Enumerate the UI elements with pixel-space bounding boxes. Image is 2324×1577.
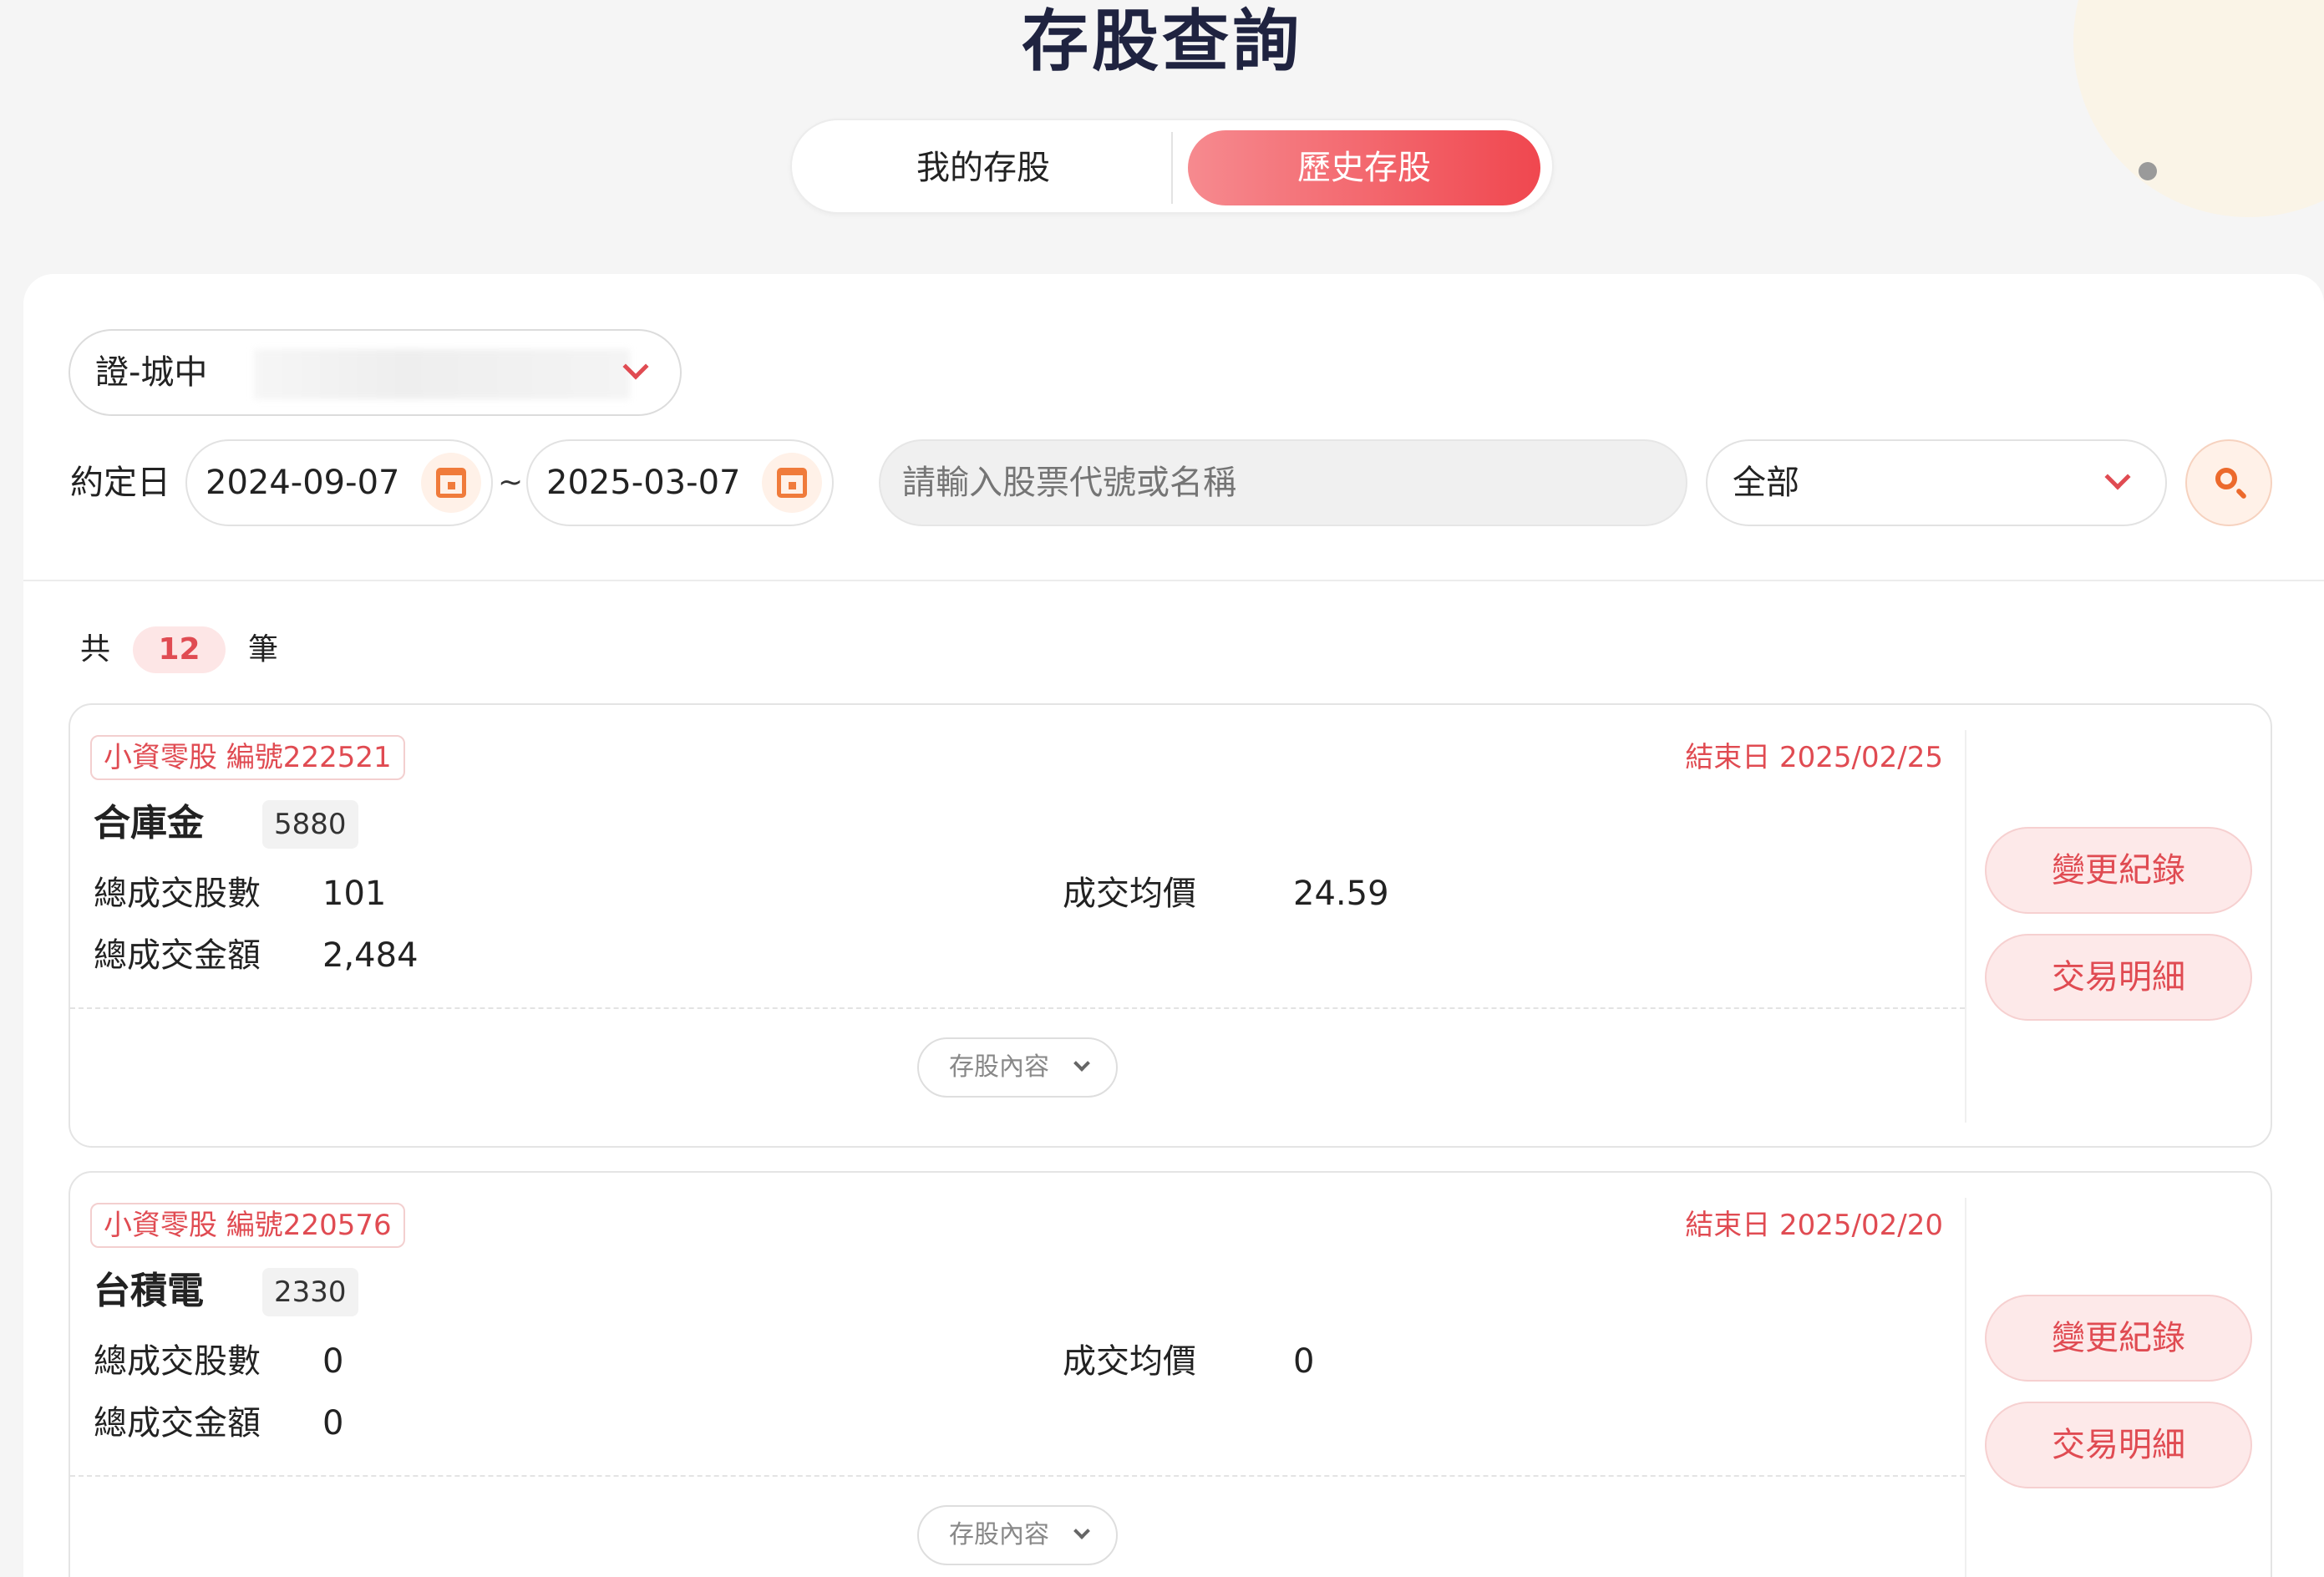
- stock-name: 合庫金: [94, 802, 204, 844]
- count-badge: 12: [133, 626, 226, 673]
- dashed-divider: [70, 1475, 1965, 1477]
- end-date-value: 2025-03-07: [546, 464, 741, 502]
- avg-price-value: 24.59: [1293, 875, 1389, 913]
- expand-label: 存股內容: [949, 1052, 1049, 1082]
- calendar-icon: [436, 468, 466, 498]
- result-count: 共 12 筆: [80, 620, 278, 678]
- end-date-calendar-button[interactable]: [762, 453, 822, 513]
- end-date: 結束日 2025/02/25: [1685, 741, 1943, 774]
- end-date: 結束日 2025/02/20: [1685, 1209, 1943, 1242]
- plan-tag: 小資零股 編號220576: [90, 1203, 405, 1248]
- account-number-redacted: [254, 349, 630, 399]
- count-suffix: 筆: [248, 632, 279, 667]
- vertical-divider: [1965, 730, 1966, 1123]
- divider: [23, 580, 2324, 581]
- count-prefix: 共: [80, 632, 111, 667]
- vertical-divider: [1965, 1198, 1966, 1577]
- tab-divider: [1171, 132, 1173, 204]
- total-shares-label: 總成交股數: [94, 1342, 261, 1381]
- avg-price-value: 0: [1293, 1342, 1315, 1381]
- search-icon-handle: [2235, 487, 2248, 500]
- expand-label: 存股內容: [949, 1520, 1049, 1549]
- avg-price-label: 成交均價: [1063, 1342, 1196, 1381]
- total-shares-value: 0: [322, 1342, 344, 1381]
- chevron-down-icon: [1073, 1055, 1090, 1072]
- search-button[interactable]: [2185, 439, 2272, 526]
- category-value: 全部: [1733, 464, 1799, 502]
- plan-tag: 小資零股 編號222521: [90, 735, 405, 780]
- stock-search-input[interactable]: [879, 439, 1687, 526]
- start-date-calendar-button[interactable]: [421, 453, 481, 513]
- date-label: 約定日: [70, 464, 170, 502]
- date-separator: ~: [498, 465, 524, 499]
- start-date-value: 2024-09-07: [206, 464, 400, 502]
- stock-record-card: 小資零股 編號222521 結束日 2025/02/25 合庫金 5880 總成…: [69, 703, 2272, 1148]
- trade-detail-button[interactable]: 交易明細: [1985, 934, 2252, 1021]
- total-shares-label: 總成交股數: [94, 875, 261, 913]
- search-icon: [2215, 468, 2237, 489]
- expand-stock-content-button[interactable]: 存股內容: [917, 1037, 1118, 1098]
- page: 存股查詢 我的存股 歷史存股 證-城中 約定日 2024-09-07 ~ 202…: [0, 0, 2324, 1577]
- tab-switcher: 我的存股 歷史存股: [790, 119, 1554, 214]
- main-panel: 證-城中 約定日 2024-09-07 ~ 2025-03-07 全部: [23, 274, 2324, 1577]
- stock-record-card: 小資零股 編號220576 結束日 2025/02/20 台積電 2330 總成…: [69, 1171, 2272, 1577]
- change-log-button[interactable]: 變更紀錄: [1985, 827, 2252, 914]
- trade-detail-button[interactable]: 交易明細: [1985, 1402, 2252, 1488]
- end-date-field[interactable]: 2025-03-07: [526, 439, 834, 526]
- category-select[interactable]: 全部: [1706, 439, 2167, 526]
- tab-history-stocks[interactable]: 歷史存股: [1188, 130, 1540, 205]
- account-select[interactable]: 證-城中: [69, 329, 682, 416]
- change-log-button[interactable]: 變更紀錄: [1985, 1295, 2252, 1382]
- calendar-icon: [777, 468, 807, 498]
- total-amount-value: 2,484: [322, 936, 419, 975]
- stock-code: 5880: [262, 800, 358, 849]
- stock-name: 台積電: [94, 1270, 204, 1312]
- stock-code: 2330: [262, 1268, 358, 1316]
- total-amount-label: 總成交金額: [94, 936, 261, 975]
- expand-stock-content-button[interactable]: 存股內容: [917, 1505, 1118, 1565]
- chevron-down-icon: [1073, 1523, 1090, 1539]
- dashed-divider: [70, 1007, 1965, 1009]
- chevron-down-icon: [2104, 464, 2131, 490]
- total-amount-value: 0: [322, 1404, 344, 1443]
- total-shares-value: 101: [322, 875, 387, 913]
- start-date-field[interactable]: 2024-09-07: [185, 439, 493, 526]
- avg-price-label: 成交均價: [1063, 875, 1196, 913]
- tab-my-stocks[interactable]: 我的存股: [804, 130, 1163, 205]
- status-dot: [2139, 162, 2157, 180]
- page-title: 存股查詢: [1022, 3, 1302, 80]
- total-amount-label: 總成交金額: [94, 1404, 261, 1443]
- account-label: 證-城中: [95, 353, 208, 392]
